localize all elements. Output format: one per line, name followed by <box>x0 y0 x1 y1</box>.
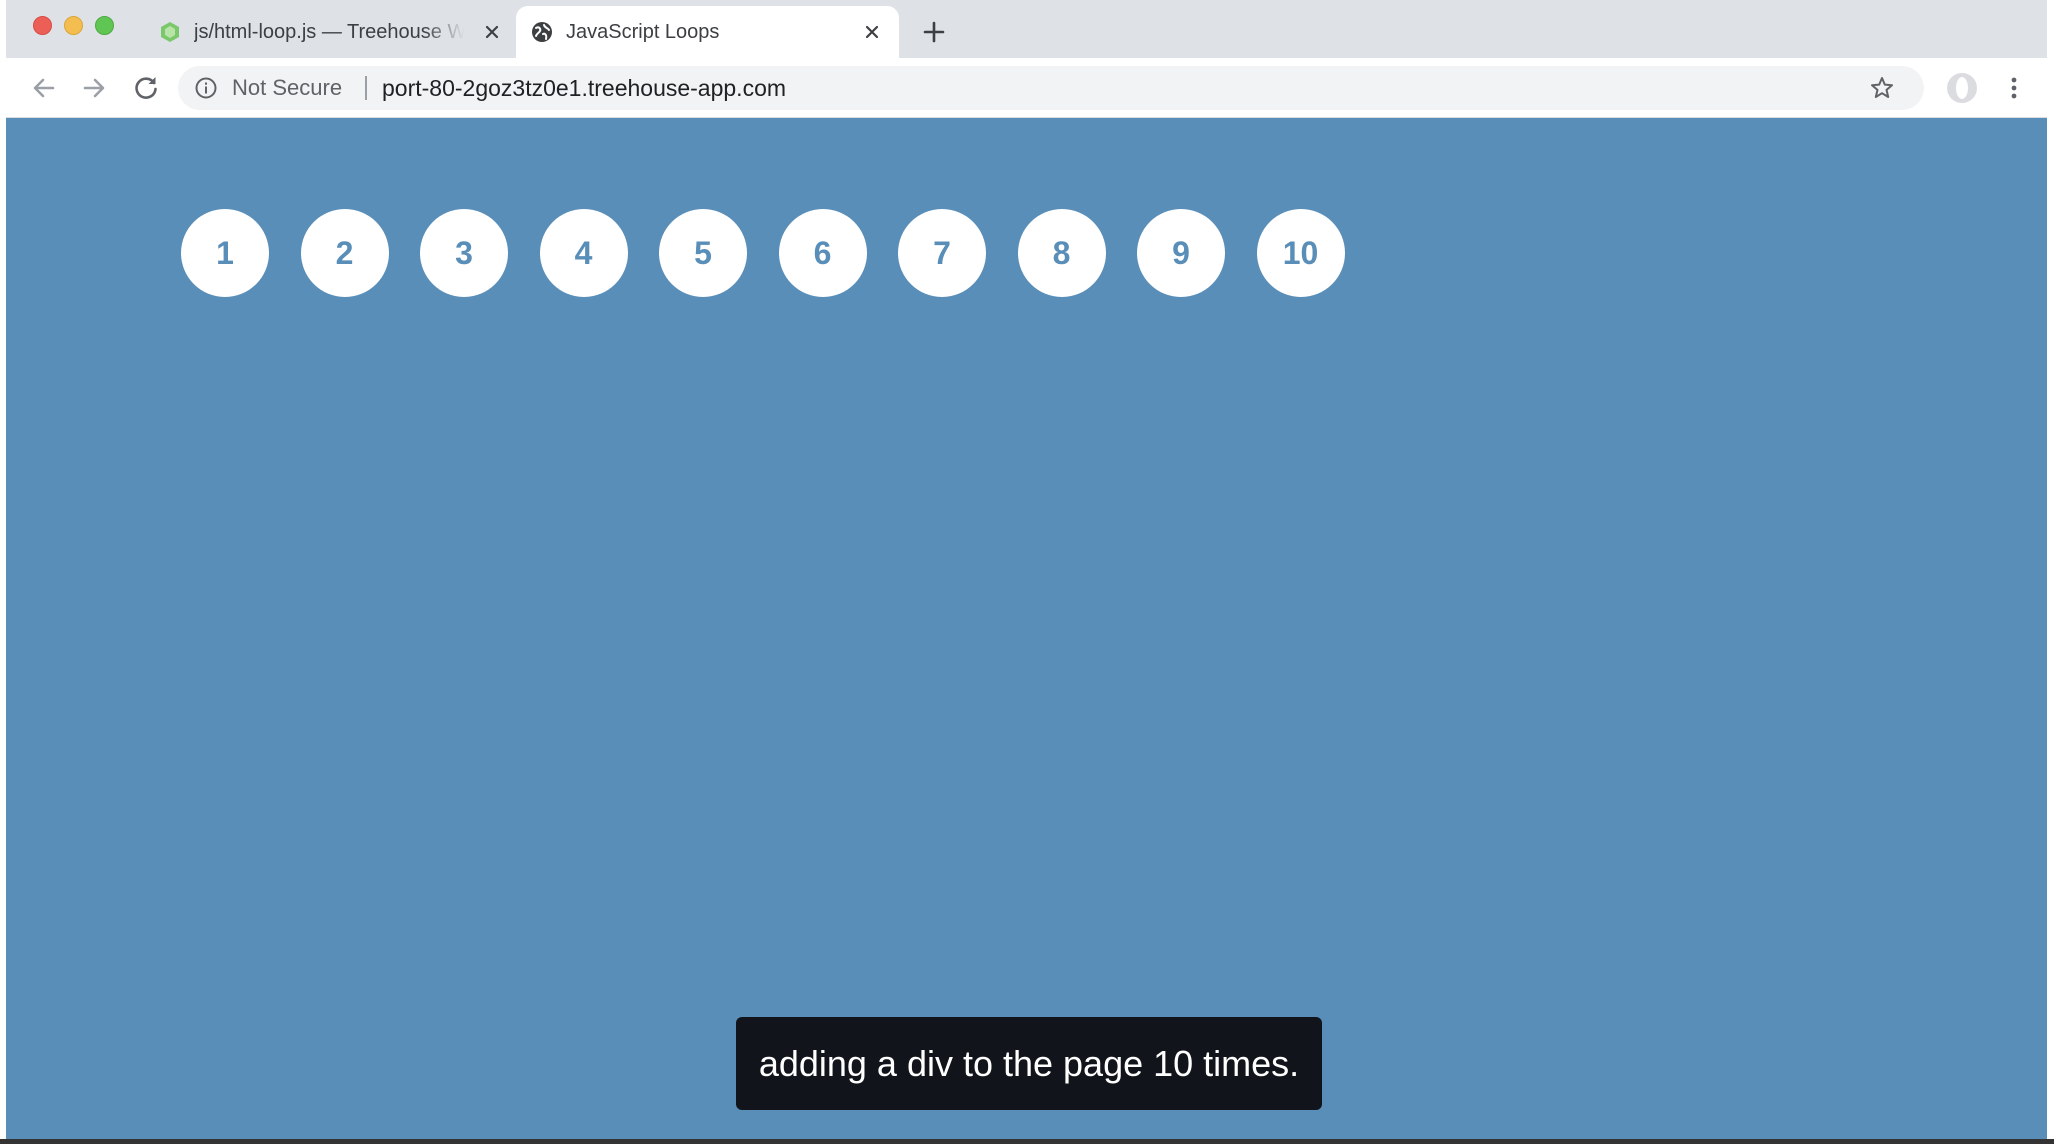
security-label[interactable]: Not Secure <box>232 66 342 110</box>
number-circle: 9 <box>1137 209 1225 297</box>
close-tab-icon[interactable] <box>860 20 884 44</box>
maximize-window-button[interactable] <box>95 16 114 35</box>
profile-avatar-icon[interactable] <box>1944 70 1980 106</box>
window-bottom-edge <box>0 1139 2054 1144</box>
video-caption: adding a div to the page 10 times. <box>736 1017 1322 1110</box>
forward-arrow-icon[interactable] <box>76 70 112 106</box>
close-tab-icon[interactable] <box>480 20 504 44</box>
tab-title: JavaScript Loops <box>566 21 720 43</box>
treehouse-icon <box>161 22 179 42</box>
tab-title: js/html-loop.js — Treehouse W <box>194 21 464 43</box>
tab-javascript-loops[interactable]: JavaScript Loops <box>516 6 899 58</box>
browser-window: js/html-loop.js — Treehouse W JavaScript… <box>0 0 2054 1144</box>
minimize-window-button[interactable] <box>64 16 83 35</box>
tab-html-loop[interactable]: js/html-loop.js — Treehouse W <box>144 6 514 58</box>
number-circle: 6 <box>778 209 867 297</box>
number-circle: 8 <box>1017 209 1106 297</box>
bookmark-star-icon[interactable] <box>1869 75 1895 101</box>
number-circles: 1 2 3 4 5 6 7 8 9 10 <box>181 209 1345 297</box>
url-text[interactable]: port-80-2goz3tz0e1.treehouse-app.com <box>382 66 786 110</box>
info-icon[interactable] <box>194 76 218 100</box>
number-circle: 4 <box>539 209 628 297</box>
back-arrow-icon[interactable] <box>26 70 62 106</box>
address-bar[interactable]: Not Secure port-80-2goz3tz0e1.treehouse-… <box>178 66 1924 110</box>
number-circle: 5 <box>659 209 747 297</box>
more-menu-icon[interactable] <box>2002 70 2026 106</box>
number-circle: 3 <box>420 209 508 297</box>
page-viewport: 1 2 3 4 5 6 7 8 9 10 adding a div to the… <box>6 118 2047 1139</box>
new-tab-plus-icon[interactable] <box>921 19 947 45</box>
number-circle: 2 <box>300 209 389 297</box>
address-separator <box>365 76 367 100</box>
globe-icon <box>532 22 552 42</box>
close-window-button[interactable] <box>33 16 52 35</box>
reload-icon[interactable] <box>128 70 164 106</box>
tab-strip: js/html-loop.js — Treehouse W JavaScript… <box>6 0 2047 58</box>
browser-toolbar: Not Secure port-80-2goz3tz0e1.treehouse-… <box>6 58 2047 118</box>
number-circle: 7 <box>898 209 986 297</box>
number-circle: 1 <box>181 209 269 297</box>
number-circle: 10 <box>1256 209 1345 297</box>
